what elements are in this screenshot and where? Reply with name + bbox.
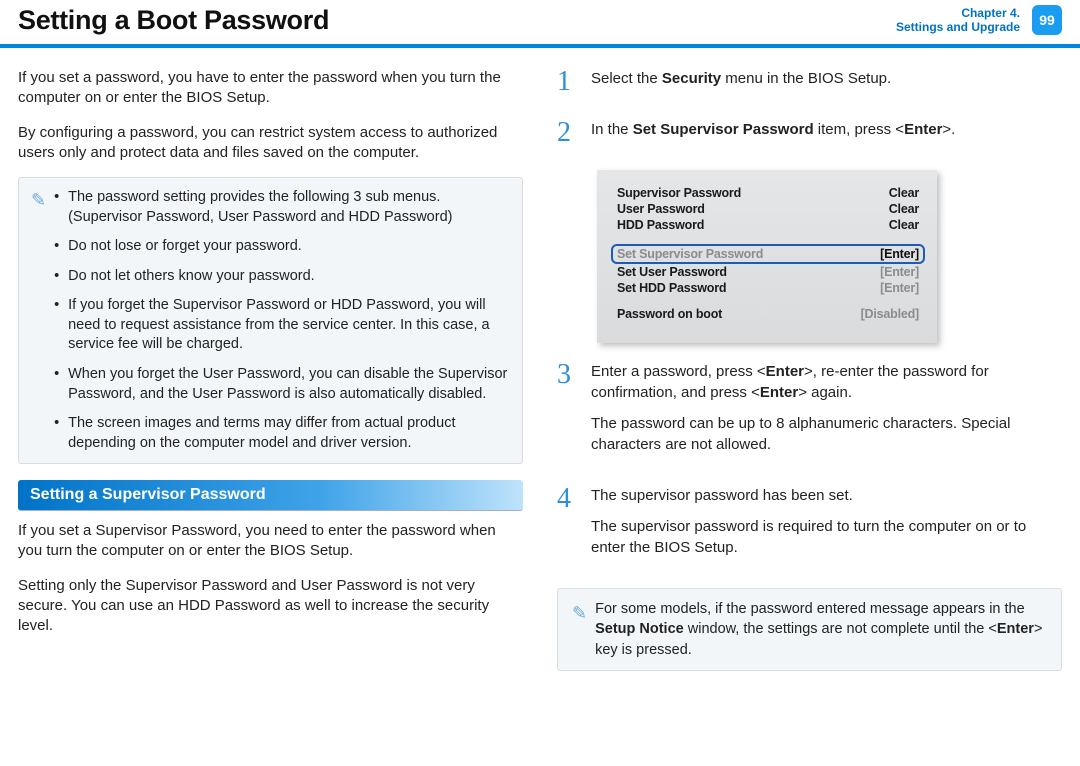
bios-value: [Enter]: [880, 281, 919, 295]
bios-label: User Password: [617, 202, 705, 216]
bios-row: Set HDD Password [Enter]: [617, 281, 919, 295]
section-header: Setting a Supervisor Password: [18, 480, 523, 511]
step-number: 3: [557, 361, 579, 465]
step-text: In the: [591, 121, 633, 138]
note-icon: ✎: [572, 601, 587, 660]
step-bold: Enter: [760, 384, 798, 401]
bios-row: Set User Password [Enter]: [617, 265, 919, 279]
note-item: When you forget the User Password, you c…: [54, 365, 508, 404]
section-paragraph-1: If you set a Supervisor Password, you ne…: [18, 521, 523, 562]
step-text: The password can be up to 8 alphanumeric…: [591, 413, 1062, 455]
step-text: >.: [942, 121, 955, 138]
bios-screenshot: Supervisor Password Clear User Password Cl…: [597, 170, 937, 343]
bios-row: User Password Clear: [617, 202, 919, 216]
page-number: 99: [1032, 5, 1062, 35]
header-right: Chapter 4. Settings and Upgrade 99: [896, 5, 1062, 35]
note-bold: Enter: [997, 621, 1034, 637]
bios-label: HDD Password: [617, 218, 704, 232]
intro-paragraph-1: If you set a password, you have to enter…: [18, 68, 523, 109]
note-list: The password setting provides the follow…: [54, 188, 508, 453]
note-item: The password setting provides the follow…: [54, 188, 508, 227]
step-bold: Set Supervisor Password: [633, 121, 814, 138]
section-paragraph-2: Setting only the Supervisor Password and…: [18, 576, 523, 637]
step-bold: Enter: [766, 363, 804, 380]
note-bold: Setup Notice: [595, 621, 684, 637]
note-box: ✎ The password setting provides the foll…: [18, 177, 523, 464]
bios-value: [Disabled]: [861, 307, 919, 321]
bios-label: Supervisor Password: [617, 186, 741, 200]
step-body: Enter a password, press <Enter>, re-ente…: [591, 361, 1062, 465]
bios-value: [Enter]: [880, 265, 919, 279]
bios-label: Set Supervisor Password: [617, 247, 763, 261]
step-number: 4: [557, 485, 579, 568]
bios-label: Set User Password: [617, 265, 727, 279]
bios-row: Supervisor Password Clear: [617, 186, 919, 200]
step-text: The supervisor password has been set.: [591, 485, 1062, 506]
page-title: Setting a Boot Password: [18, 5, 329, 36]
step-body: In the Set Supervisor Password item, pre…: [591, 119, 1062, 150]
step-bold: Security: [662, 70, 721, 87]
content: If you set a password, you have to enter…: [0, 48, 1080, 671]
note-item: Do not lose or forget your password.: [54, 237, 508, 257]
chapter-title: Settings and Upgrade: [896, 20, 1020, 34]
chapter-number: Chapter 4.: [896, 6, 1020, 20]
step-text: > again.: [798, 384, 852, 401]
note-text: For some models, if the password entered…: [595, 601, 1025, 617]
note-item: The screen images and terms may differ f…: [54, 414, 508, 453]
step-body: The supervisor password has been set. Th…: [591, 485, 1062, 568]
note-item: Do not let others know your password.: [54, 267, 508, 287]
step-number: 2: [557, 119, 579, 150]
chapter-info: Chapter 4. Settings and Upgrade: [896, 6, 1020, 35]
step-bold: Enter: [904, 121, 942, 138]
bios-row: Password on boot [Disabled]: [617, 307, 919, 321]
step-text: item, press <: [814, 121, 904, 138]
step-text: Select the: [591, 70, 662, 87]
left-column: If you set a password, you have to enter…: [18, 68, 523, 671]
step-text: The supervisor password is required to t…: [591, 516, 1062, 558]
bios-value: Clear: [889, 218, 919, 232]
step-2: 2 In the Set Supervisor Password item, p…: [557, 119, 1062, 150]
step-text: Enter a password, press <: [591, 363, 766, 380]
bios-label: Set HDD Password: [617, 281, 726, 295]
step-3: 3 Enter a password, press <Enter>, re-en…: [557, 361, 1062, 465]
step-number: 1: [557, 68, 579, 99]
bios-value: Clear: [889, 186, 919, 200]
page-header: Setting a Boot Password Chapter 4. Setti…: [0, 0, 1080, 48]
step-4: 4 The supervisor password has been set. …: [557, 485, 1062, 568]
note-icon: ✎: [31, 190, 46, 453]
step-body: Select the Security menu in the BIOS Set…: [591, 68, 1062, 99]
step-1: 1 Select the Security menu in the BIOS S…: [557, 68, 1062, 99]
note-box-2: ✎ For some models, if the password enter…: [557, 588, 1062, 671]
bios-value: [Enter]: [880, 247, 919, 261]
bios-value: Clear: [889, 202, 919, 216]
bios-row-selected: Set Supervisor Password [Enter]: [611, 244, 925, 264]
note-item: If you forget the Supervisor Password or…: [54, 296, 508, 355]
bios-row: HDD Password Clear: [617, 218, 919, 232]
bios-label: Password on boot: [617, 307, 722, 321]
step-text: menu in the BIOS Setup.: [721, 70, 891, 87]
right-column: 1 Select the Security menu in the BIOS S…: [557, 68, 1062, 671]
intro-paragraph-2: By configuring a password, you can restr…: [18, 123, 523, 164]
note-text: window, the settings are not complete un…: [684, 621, 997, 637]
